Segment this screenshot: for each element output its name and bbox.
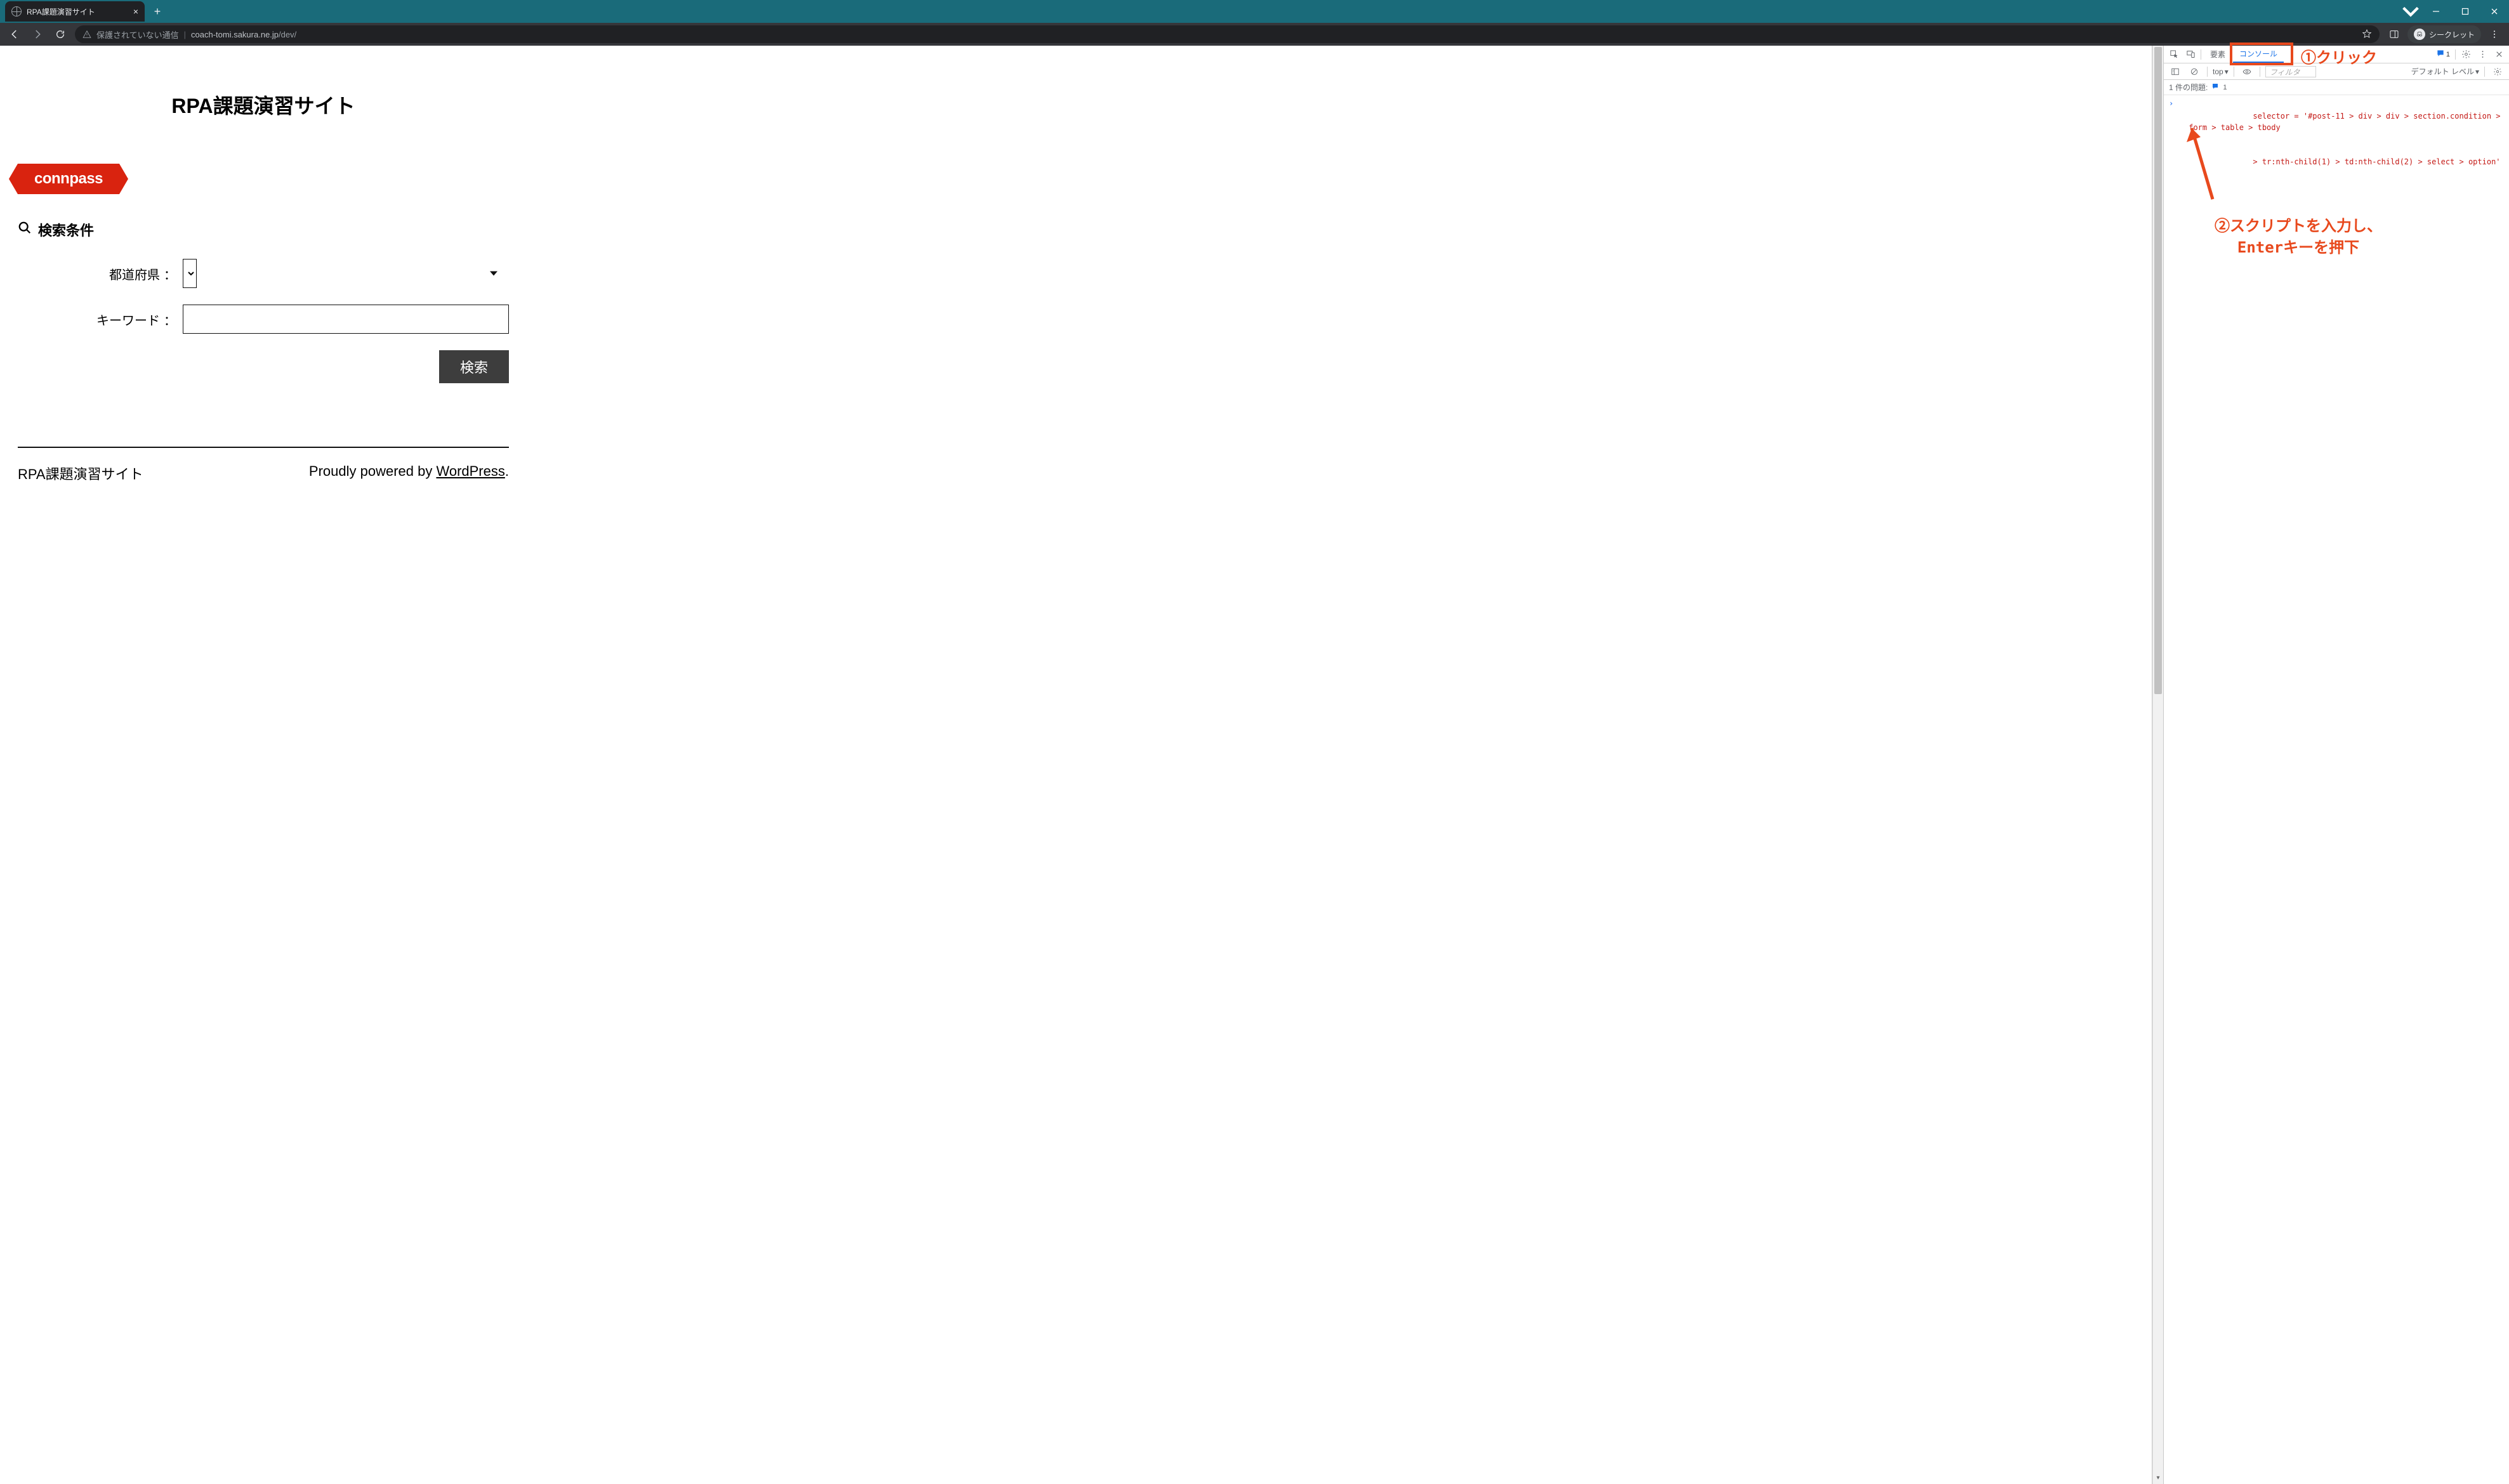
devtools-panel: 要素 コンソール ①クリック 1 [2163,46,2509,1484]
search-button[interactable]: 検索 [439,350,509,383]
address-bar[interactable]: 保護されていない通信 | coach-tomi.sakura.ne.jp/dev… [75,25,2380,43]
console-prompt-icon: › [2169,99,2173,179]
console-filter-input[interactable]: フィルタ [2265,66,2316,77]
incognito-indicator[interactable]: シークレット [2407,25,2481,43]
console-output[interactable]: › selector = '#post-11 > div > div > sec… [2164,95,2509,1484]
scrollbar-down-icon[interactable]: ▾ [2153,1474,2163,1481]
console-code-line: selector = '#post-11 > div > div > secti… [2177,99,2504,145]
tab-elements[interactable]: 要素 [2204,46,2232,63]
search-conditions-heading: 検索条件 [18,220,509,240]
console-settings-icon[interactable] [2490,64,2505,79]
devtools-more-icon[interactable] [2475,47,2490,62]
issues-bar[interactable]: 1 件の問題: 1 [2164,80,2509,95]
chevron-down-icon: ▾ [2225,67,2229,76]
devtools-tabbar: 要素 コンソール ①クリック 1 [2164,46,2509,63]
issues-count: 1 [2223,84,2227,91]
connpass-logo: connpass [18,164,119,194]
prefecture-label: 都道府県： [18,265,176,283]
page-scrollbar[interactable]: ▾ [2152,46,2163,1484]
device-toolbar-icon[interactable] [2183,47,2198,62]
clear-console-icon[interactable] [2187,64,2202,79]
keyword-label: キーワード： [18,310,176,329]
addr-path: /dev/ [279,30,296,39]
not-secure-icon [82,30,91,39]
page-viewport[interactable]: RPA課題演習サイト connpass 検索条件 都道府県： [0,46,2152,1484]
inspect-element-icon[interactable] [2166,47,2182,62]
footer-divider [18,447,509,448]
side-panel-icon[interactable] [2385,25,2404,44]
globe-icon [11,6,22,16]
reload-button[interactable] [51,25,70,44]
keyword-input[interactable] [183,305,509,334]
message-icon[interactable] [2436,49,2445,60]
message-count: 1 [2446,51,2450,58]
tab-list-chevron-icon[interactable] [2400,1,2421,22]
page-title: RPA課題演習サイト [18,90,509,119]
tab-title: RPA課題演習サイト [27,6,95,17]
addr-separator: | [184,30,186,39]
browser-menu-icon[interactable] [2485,25,2504,44]
message-icon [2211,82,2219,92]
browser-tab[interactable]: RPA課題演習サイト × [5,1,145,22]
annotation-click-label: ①クリック [2301,45,2377,67]
incognito-label: シークレット [2429,29,2475,40]
chevron-down-icon [490,272,497,276]
devtools-close-icon[interactable] [2491,47,2506,62]
annotation-script-label: ②スクリプトを入力し、 Enterキーを押下 [2215,216,2382,258]
addr-domain: coach-tomi.sakura.ne.jp [191,30,279,39]
chevron-down-icon: ▾ [2475,67,2479,76]
tab-console[interactable]: コンソール [2233,46,2284,63]
footer-site-name: RPA課題演習サイト [18,463,143,483]
tab-close-icon[interactable]: × [133,6,138,16]
console-code-line: > tr:nth-child(1) > td:nth-child(2) > se… [2177,145,2504,179]
footer-powered-by: Proudly powered by WordPress. [309,463,509,483]
live-expression-icon[interactable] [2239,64,2255,79]
browser-toolbar: 保護されていない通信 | coach-tomi.sakura.ne.jp/dev… [0,23,2509,46]
window-close-button[interactable] [2480,0,2509,23]
scrollbar-thumb[interactable] [2154,47,2162,694]
forward-button[interactable] [28,25,47,44]
search-icon [18,221,32,239]
bookmark-star-icon[interactable] [2362,29,2372,41]
new-tab-button[interactable]: + [148,3,166,20]
incognito-icon [2414,29,2425,40]
issues-text: 1 件の問題: [2169,82,2208,93]
window-maximize-button[interactable] [2451,0,2480,23]
window-minimize-button[interactable] [2421,0,2451,23]
not-secure-label: 保護されていない通信 [96,29,179,41]
back-button[interactable] [5,25,24,44]
execution-context-dropdown[interactable]: top ▾ [2213,67,2229,76]
devtools-settings-icon[interactable] [2458,47,2473,62]
log-level-dropdown[interactable]: デフォルト レベル ▾ [2411,66,2479,77]
browser-titlebar: RPA課題演習サイト × + [0,0,2509,23]
wordpress-link[interactable]: WordPress [436,463,504,479]
console-sidebar-icon[interactable] [2168,64,2183,79]
prefecture-select[interactable] [183,259,197,288]
